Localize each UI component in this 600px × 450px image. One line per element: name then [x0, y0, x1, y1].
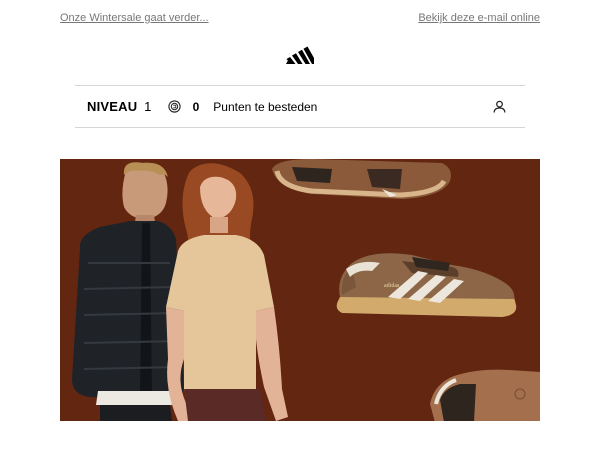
points-value: 0: [192, 99, 200, 114]
points-label: Punten te besteden: [213, 99, 318, 114]
hero-image: adidas: [60, 159, 540, 421]
user-icon[interactable]: [493, 100, 506, 113]
level-value: 1: [144, 99, 152, 114]
email-page: Onze Wintersale gaat verder... Bekijk de…: [0, 0, 600, 450]
wintersale-link[interactable]: Onze Wintersale gaat verder...: [60, 12, 209, 24]
membership-bar: NIVEAU 1 0 Punten te besteden: [75, 85, 525, 128]
svg-text:adidas: adidas: [384, 283, 400, 289]
hero-banner[interactable]: adidas: [60, 159, 540, 421]
level-label: NIVEAU: [87, 99, 138, 114]
coin-icon: [167, 100, 181, 113]
level-indicator: NIVEAU 1: [87, 99, 152, 114]
top-links-bar: Onze Wintersale gaat verder... Bekijk de…: [60, 11, 540, 25]
adidas-logo-icon[interactable]: [286, 46, 314, 64]
view-online-link[interactable]: Bekijk deze e-mail online: [418, 12, 540, 24]
